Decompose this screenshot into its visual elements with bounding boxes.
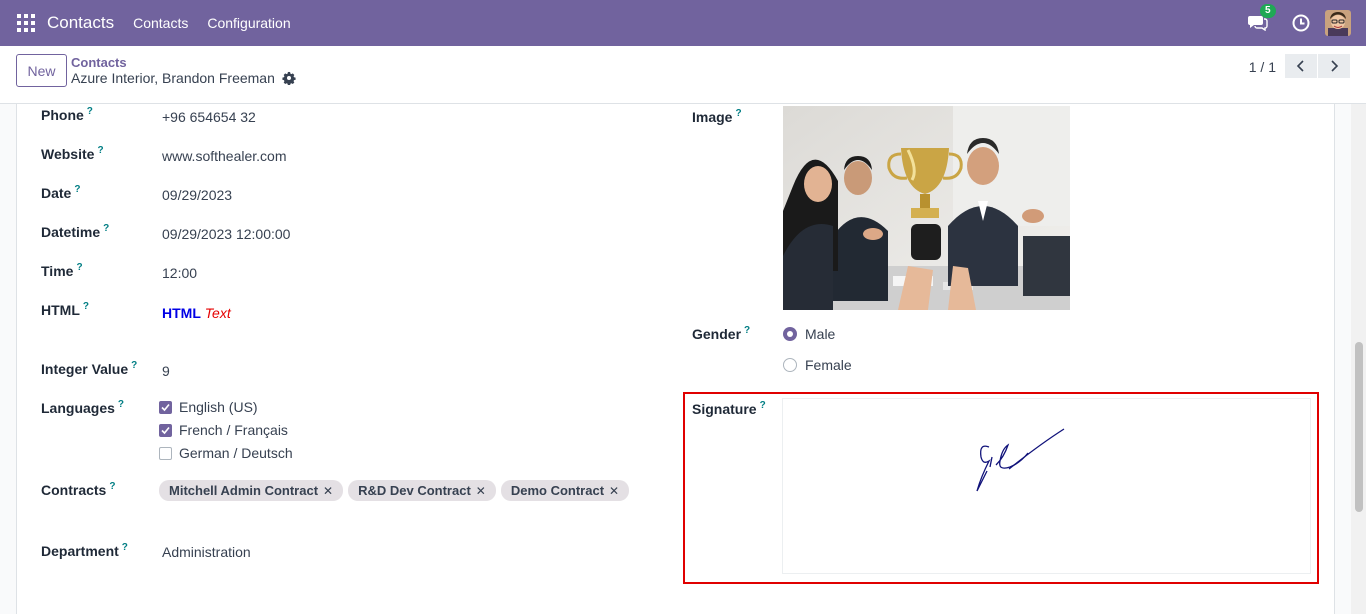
time-label: Time?	[41, 262, 83, 279]
help-tooltip-icon[interactable]: ?	[122, 542, 128, 553]
website-field[interactable]: www.softhealer.com	[162, 148, 287, 164]
gender-label: Gender?	[692, 325, 751, 342]
user-avatar[interactable]	[1325, 10, 1351, 36]
languages-label: Languages?	[41, 399, 125, 416]
language-option-french[interactable]: French / Français	[159, 422, 288, 438]
datetime-label: Datetime?	[41, 223, 110, 240]
record-title-text: Azure Interior, Brandon Freeman	[71, 70, 275, 86]
language-label: English (US)	[179, 399, 258, 415]
help-tooltip-icon[interactable]: ?	[109, 481, 115, 492]
language-option-english[interactable]: English (US)	[159, 399, 258, 415]
html-italic-text: Text	[204, 305, 231, 321]
help-tooltip-icon[interactable]: ?	[74, 184, 80, 195]
new-button[interactable]: New	[16, 54, 67, 87]
help-tooltip-icon[interactable]: ?	[744, 325, 750, 336]
activity-clock-icon[interactable]	[1291, 13, 1311, 33]
date-field[interactable]: 09/29/2023	[162, 187, 232, 203]
control-panel: New Contacts Azure Interior, Brandon Fre…	[0, 46, 1366, 104]
app-name[interactable]: Contacts	[47, 13, 114, 33]
top-navbar: Contacts Contacts Configuration 5	[0, 0, 1366, 46]
breadcrumb[interactable]: Contacts	[71, 55, 127, 70]
help-tooltip-icon[interactable]: ?	[131, 360, 137, 371]
form-view: Phone? +96 654654 32 Website? www.softhe…	[0, 104, 1366, 614]
radio-selected-icon[interactable]	[783, 327, 797, 341]
gender-option-label: Female	[805, 357, 852, 373]
language-label: French / Français	[179, 422, 288, 438]
messaging-icon[interactable]: 5	[1248, 4, 1276, 33]
gender-option-female[interactable]: Female	[783, 357, 852, 373]
html-bold-text: HTML	[162, 305, 201, 321]
help-tooltip-icon[interactable]: ?	[118, 399, 124, 410]
datetime-field[interactable]: 09/29/2023 12:00:00	[162, 226, 290, 242]
menu-contacts[interactable]: Contacts	[133, 15, 188, 31]
signature-field[interactable]	[782, 398, 1311, 574]
language-option-german[interactable]: German / Deutsch	[159, 445, 293, 461]
help-tooltip-icon[interactable]: ?	[97, 145, 103, 156]
time-field[interactable]: 12:00	[162, 265, 197, 281]
contracts-tags[interactable]: Mitchell Admin Contract ✕ R&D Dev Contrac…	[159, 480, 634, 501]
help-tooltip-icon[interactable]: ?	[735, 108, 741, 119]
contracts-label: Contracts?	[41, 481, 116, 498]
checkbox-checked-icon[interactable]	[159, 400, 172, 414]
chevron-left-icon	[1296, 60, 1304, 72]
radio-unselected-icon[interactable]	[783, 358, 797, 372]
gear-icon[interactable]	[282, 71, 296, 85]
chevron-right-icon	[1331, 60, 1339, 72]
scrollbar-thumb[interactable]	[1355, 342, 1363, 512]
messaging-badge: 5	[1260, 4, 1276, 18]
signature-drawing	[976, 428, 1065, 492]
gender-option-label: Male	[805, 326, 836, 342]
menu-configuration[interactable]: Configuration	[207, 15, 290, 31]
pager-value[interactable]: 1 / 1	[1249, 59, 1276, 75]
contract-tag[interactable]: Mitchell Admin Contract ✕	[159, 480, 344, 501]
help-tooltip-icon[interactable]: ?	[83, 301, 89, 312]
help-tooltip-icon[interactable]: ?	[76, 262, 82, 273]
phone-field[interactable]: +96 654654 32	[162, 109, 256, 125]
integer-label: Integer Value?	[41, 360, 138, 377]
date-label: Date?	[41, 184, 81, 201]
remove-tag-icon[interactable]: ✕	[476, 484, 486, 498]
help-tooltip-icon[interactable]: ?	[87, 106, 93, 117]
integer-field[interactable]: 9	[162, 363, 170, 379]
department-label: Department?	[41, 542, 128, 559]
phone-label: Phone?	[41, 106, 93, 123]
pager-next-button[interactable]	[1318, 54, 1350, 78]
html-field[interactable]: HTML Text	[162, 305, 231, 321]
language-label: German / Deutsch	[179, 445, 293, 461]
pager-previous-button[interactable]	[1285, 54, 1317, 78]
help-tooltip-icon[interactable]: ?	[103, 223, 109, 234]
contact-image[interactable]	[783, 106, 1070, 310]
department-field[interactable]: Administration	[162, 544, 251, 560]
contract-tag[interactable]: Demo Contract ✕	[500, 480, 630, 501]
vertical-scrollbar[interactable]	[1351, 104, 1366, 614]
html-label: HTML?	[41, 301, 89, 318]
contract-tag[interactable]: R&D Dev Contract ✕	[348, 480, 496, 501]
gender-option-male[interactable]: Male	[783, 326, 835, 342]
website-label: Website?	[41, 145, 104, 162]
checkbox-checked-icon[interactable]	[159, 423, 172, 437]
remove-tag-icon[interactable]: ✕	[609, 484, 619, 498]
remove-tag-icon[interactable]: ✕	[323, 484, 333, 498]
apps-menu-icon[interactable]	[17, 14, 35, 32]
image-label: Image?	[692, 108, 742, 125]
record-title: Azure Interior, Brandon Freeman	[71, 70, 296, 86]
checkbox-unchecked-icon[interactable]	[159, 446, 172, 460]
